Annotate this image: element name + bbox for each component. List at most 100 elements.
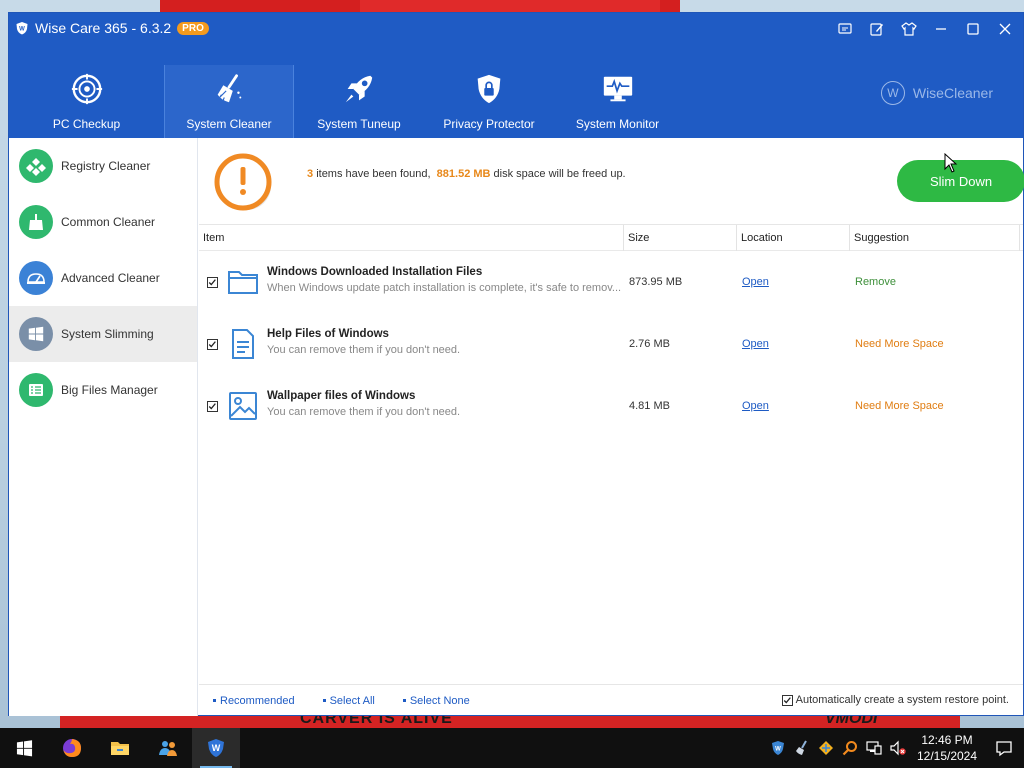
tray-cleaner[interactable] <box>790 728 814 768</box>
sidebar-item-advanced-cleaner[interactable]: Advanced Cleaner <box>9 250 197 306</box>
tab-system-cleaner[interactable]: System Cleaner <box>164 65 294 138</box>
maximize-button[interactable] <box>957 17 989 41</box>
sidebar-item-label: Advanced Cleaner <box>61 271 160 285</box>
tab-privacy-protector[interactable]: Privacy Protector <box>424 65 554 138</box>
row-title: Wallpaper files of Windows <box>267 390 416 402</box>
booster-tray-icon <box>819 741 833 755</box>
row-checkbox[interactable] <box>207 401 218 412</box>
tab-system-tuneup[interactable]: System Tuneup <box>294 65 424 138</box>
select-none-link[interactable]: Select None <box>402 695 470 707</box>
chat-icon <box>838 23 852 34</box>
tray-network[interactable] <box>862 728 886 768</box>
open-location-link[interactable]: Open <box>742 276 769 288</box>
maximize-icon <box>967 23 979 35</box>
recommended-link[interactable]: Recommended <box>213 695 295 707</box>
image-icon <box>229 392 257 420</box>
tray-search[interactable] <box>838 728 862 768</box>
restore-point-label: Automatically create a system restore po… <box>795 694 1009 706</box>
wise-care-tray-icon: W <box>772 741 784 755</box>
minimize-icon <box>936 28 946 30</box>
taskbar: W W 12:46 PM 12/15/2024 <box>0 728 1024 768</box>
restore-point-option[interactable]: Automatically create a system restore po… <box>781 694 1009 706</box>
bullet-icon <box>322 699 326 702</box>
table-row[interactable]: Wallpaper files of Windows You can remov… <box>199 375 1023 437</box>
tray-booster[interactable] <box>814 728 838 768</box>
open-location-link[interactable]: Open <box>742 400 769 412</box>
row-suggestion: Remove <box>855 276 896 288</box>
broom-icon <box>19 205 53 239</box>
broom-tray-icon <box>796 740 807 755</box>
row-checkbox[interactable] <box>207 277 218 288</box>
title-bar[interactable]: W Wise Care 365 - 6.3.2 PRO PC Checkup S… <box>9 13 1023 138</box>
tab-system-monitor[interactable]: System Monitor <box>554 65 681 138</box>
row-size: 2.76 MB <box>629 338 670 350</box>
app-title: Wise Care 365 - 6.3.2 <box>35 20 172 36</box>
check-icon <box>208 403 216 410</box>
sidebar: Registry Cleaner Common Cleaner Advanced… <box>9 138 198 716</box>
close-icon <box>999 23 1011 35</box>
column-header-item[interactable]: Item <box>199 224 624 251</box>
select-all-link[interactable]: Select All <box>322 695 375 707</box>
table-row[interactable]: Windows Downloaded Installation Files Wh… <box>199 251 1023 313</box>
taskbar-clock[interactable]: 12:46 PM 12/15/2024 <box>910 732 984 764</box>
column-header-size[interactable]: Size <box>624 224 737 251</box>
pro-badge: PRO <box>177 21 209 35</box>
sidebar-item-system-slimming[interactable]: System Slimming <box>9 306 197 362</box>
taskbar-people-app[interactable] <box>144 728 192 768</box>
sidebar-item-common-cleaner[interactable]: Common Cleaner <box>9 194 197 250</box>
bullet-icon <box>213 699 216 702</box>
notification-icon <box>996 741 1012 757</box>
clock-time: 12:46 PM <box>921 733 973 747</box>
taskbar-wise-care[interactable]: W <box>192 728 240 768</box>
network-icon <box>866 741 882 755</box>
column-header-location[interactable]: Location <box>737 224 850 251</box>
system-tray: W 12:46 PM 12/15/2024 <box>766 728 1024 768</box>
tray-wise-care[interactable]: W <box>766 728 790 768</box>
taskbar-file-explorer[interactable] <box>96 728 144 768</box>
restore-point-checkbox[interactable] <box>781 694 793 706</box>
minimize-button[interactable] <box>925 17 957 41</box>
people-icon <box>159 741 177 756</box>
slim-down-button[interactable]: Slim Down <box>897 160 1024 202</box>
app-window: W Wise Care 365 - 6.3.2 PRO PC Checkup S… <box>8 12 1024 716</box>
monitor-pulse-icon <box>600 71 636 107</box>
action-center-button[interactable] <box>984 728 1024 768</box>
open-location-link[interactable]: Open <box>742 338 769 350</box>
window-controls <box>829 17 1021 41</box>
wisecleaner-brand[interactable]: W WiseCleaner <box>880 81 993 105</box>
tab-label: System Cleaner <box>186 117 272 131</box>
sidebar-item-big-files-manager[interactable]: Big Files Manager <box>9 362 197 418</box>
row-checkbox[interactable] <box>207 339 218 350</box>
summary-text-2: disk space will be freed up. <box>493 168 626 180</box>
item-count: 3 <box>307 168 314 180</box>
brand-name: WiseCleaner <box>912 85 993 101</box>
volume-muted-icon <box>890 740 906 756</box>
tray-volume[interactable] <box>886 728 910 768</box>
skin-button[interactable] <box>893 17 925 41</box>
close-button[interactable] <box>989 17 1021 41</box>
row-description: You can remove them if you don't need. <box>267 344 461 356</box>
windows-logo-icon <box>16 739 32 756</box>
row-title: Windows Downloaded Installation Files <box>267 266 483 278</box>
check-icon <box>208 279 216 286</box>
svg-text:W: W <box>775 747 781 753</box>
start-button[interactable] <box>0 728 48 768</box>
sidebar-item-registry-cleaner[interactable]: Registry Cleaner <box>9 138 197 194</box>
taskbar-firefox[interactable] <box>48 728 96 768</box>
column-header-suggestion[interactable]: Suggestion <box>850 224 1020 251</box>
clock-date: 12/15/2024 <box>916 749 978 763</box>
app-logo-icon: W <box>16 22 28 35</box>
sidebar-item-label: Big Files Manager <box>61 383 158 397</box>
edit-button[interactable] <box>861 17 893 41</box>
windows-icon <box>19 317 53 351</box>
table-row[interactable]: Help Files of Windows You can remove the… <box>199 313 1023 375</box>
freed-size: 881.52 MB <box>436 168 491 180</box>
folder-icon <box>111 742 129 755</box>
wisecleaner-logo-icon: W <box>880 81 905 105</box>
title-area: W Wise Care 365 - 6.3.2 PRO <box>15 17 209 39</box>
feedback-button[interactable] <box>829 17 861 41</box>
tab-pc-checkup[interactable]: PC Checkup <box>9 65 164 138</box>
folder-icon <box>228 271 258 294</box>
shield-lock-icon <box>471 71 507 107</box>
file-list-icon <box>19 373 53 407</box>
